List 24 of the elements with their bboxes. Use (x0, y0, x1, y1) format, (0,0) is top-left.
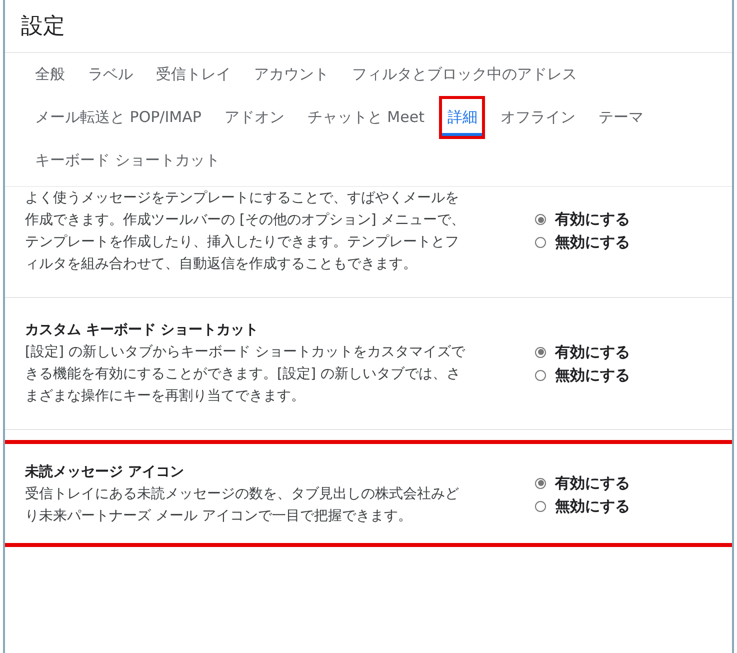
radio-option[interactable]: 無効にする (535, 233, 630, 252)
radio-option[interactable]: 有効にする (535, 342, 630, 362)
settings-tab[interactable]: テーマ (590, 96, 652, 139)
setting-title: カスタム キーボード ショートカット (25, 321, 260, 340)
settings-tab[interactable]: 全般 (27, 53, 73, 96)
window-title: 設定 (21, 13, 65, 41)
settings-tab[interactable]: メール転送と POP/IMAP (27, 96, 210, 139)
radio-option[interactable]: 有効にする (535, 474, 630, 492)
radio-option[interactable]: 有効にする (535, 210, 630, 229)
settings-tab[interactable]: フィルタとブロック中のアドレス (344, 53, 585, 96)
settings-tab[interactable]: アドオン (216, 96, 292, 139)
radio-option[interactable]: 無効にする (535, 496, 630, 516)
setting-title: 未読メッセージ アイコン (25, 463, 185, 482)
setting-description: よく使うメッセージをテンプレートにすることで、すばやくメールを作成できます。作成ツールバーの [その他のオプション] メニューで、テンプレートを作成したり、挿入したりできます。テンプレートとフィルタを組み合わせて、自動返信を作成することもできます。 (25, 189, 465, 274)
settings-tab[interactable]: 詳細 (439, 96, 486, 139)
settings-tab[interactable]: アカウント (246, 53, 337, 96)
settings-tab[interactable]: ラベル (80, 53, 141, 96)
setting-description: [設定] の新しいタブからキーボード ショートカットをカスタマイズできる機能を有効にすることができます。[設定] の新しいタブでは、さまざまな操作にキーを再割り当てできます。 (25, 343, 465, 406)
settings-tab[interactable]: キーボード ショートカット (27, 139, 228, 182)
settings-tab[interactable]: 受信トレイ (148, 53, 239, 96)
settings-tab[interactable]: チャットと Meet (299, 96, 432, 139)
radio-option[interactable]: 無効にする (535, 366, 630, 384)
setting-description: 受信トレイにある未読メッセージの数を、タブ見出しの株式会社みどり未来パートナーズ メール アイコンで一目で把握できます。 (25, 485, 460, 526)
settings-tab[interactable]: オフライン (492, 96, 584, 139)
